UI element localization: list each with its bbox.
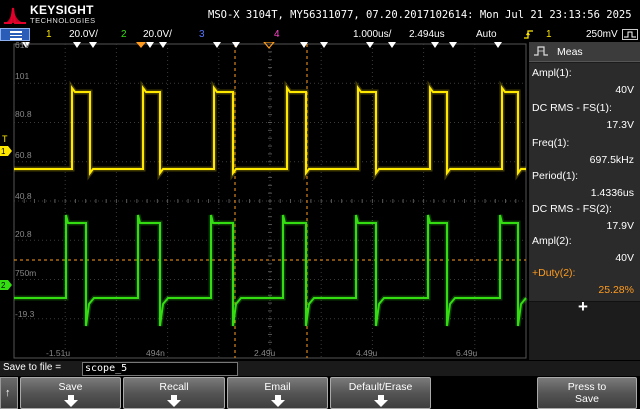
ch4-number[interactable]: 4 (274, 28, 280, 41)
y-scale-label: 80.8 (15, 109, 32, 119)
meas-value: 17.3V (606, 119, 634, 131)
meas-item-dcrms-1[interactable]: DC RMS - FS(1): 17.3V (529, 98, 640, 137)
edge-marker (159, 42, 167, 48)
trigger-level[interactable]: 250mV (586, 28, 618, 41)
x-scale-label: 4.49u (356, 348, 378, 358)
x-scale-label: 494n (146, 348, 165, 358)
save-file-label: Save to file = (3, 362, 62, 373)
delay-marker (263, 42, 275, 49)
add-icon: + (578, 297, 588, 316)
add-measurement-button[interactable]: + (529, 296, 640, 320)
channel-status-bar: 1 20.0V/ 2 20.0V/ 3 4 1.000us/ 2.494us A… (0, 28, 640, 41)
ch2-marker-label: 2 (1, 281, 6, 290)
y-scale-label: 750m (15, 268, 36, 278)
edge-marker (146, 42, 154, 48)
rising-edge-trigger-icon (524, 30, 533, 39)
softkey-label: Email (264, 381, 291, 393)
down-arrow-icon (63, 395, 78, 407)
ch2-number[interactable]: 2 (121, 28, 127, 41)
brand-subtitle: TECHNOLOGIES (30, 16, 96, 25)
softkey-bar: ↑ Save Recall Email Default/Erase Press … (0, 376, 640, 409)
device-info: MSO-X 3104T, MY56311077, 07.20.201710261… (208, 9, 632, 21)
meas-label: DC RMS - FS(2): (532, 203, 612, 215)
waveforms (14, 80, 528, 327)
top-markers (22, 42, 502, 49)
trigger-level-marker: T (2, 134, 8, 144)
ch3-number[interactable]: 3 (199, 28, 205, 41)
save-filename-field[interactable]: scope_5 (82, 362, 238, 376)
x-scale-label: 6.49u (456, 348, 478, 358)
up-arrow-icon: ↑ (5, 387, 11, 399)
meas-label: +Duty(2): (532, 267, 576, 279)
softkey-label: Default/Erase (348, 381, 413, 393)
email-softkey[interactable]: Email (227, 377, 328, 409)
trigger-status-icon (622, 29, 638, 40)
meas-icon (534, 46, 548, 56)
y-scale-label: 20.8 (15, 229, 32, 239)
time-delay[interactable]: 2.494us (409, 28, 445, 41)
trigger-position-marker (136, 42, 146, 48)
meas-value: 40V (615, 84, 634, 96)
main-menu-button[interactable] (0, 28, 30, 41)
trigger-mode[interactable]: Auto (476, 28, 497, 41)
meas-value: 1.4336us (590, 187, 634, 199)
keysight-wave-icon (4, 7, 26, 24)
x-scale-label: -1.51u (46, 348, 70, 358)
softkey-label: Press to Save (567, 381, 607, 405)
meas-panel-title: Meas (557, 46, 583, 58)
trigger-source[interactable]: 1 (546, 28, 552, 41)
edge-marker (431, 42, 439, 48)
keysight-logo: KEYSIGHT TECHNOLOGIES (4, 3, 114, 27)
meas-value: 697.5kHz (589, 154, 634, 166)
down-arrow-icon (270, 395, 285, 407)
edge-marker (213, 42, 221, 48)
y-scale-label: 61V (15, 42, 30, 50)
waveform-display[interactable]: 61V 101 80.8 60.8 40.8 20.8 750m -19.3 -1.51u 494… (0, 42, 528, 360)
edge-marker (232, 42, 240, 48)
ch1-marker-label: 1 (1, 147, 6, 156)
softkey-label: Recall (159, 381, 189, 393)
edge-marker (449, 42, 457, 48)
ch2-scale[interactable]: 20.0V/ (143, 28, 172, 41)
meas-panel-header[interactable]: Meas (529, 42, 640, 62)
header: KEYSIGHT TECHNOLOGIES MSO-X 3104T, MY563… (0, 0, 640, 28)
recall-softkey[interactable]: Recall (123, 377, 225, 409)
meas-value: 25.28% (598, 284, 634, 296)
down-arrow-icon (167, 395, 181, 407)
meas-label: Period(1): (532, 170, 579, 182)
y-scale-label: 40.8 (15, 191, 32, 201)
edge-marker (494, 42, 502, 48)
edge-marker (388, 42, 396, 48)
edge-marker (73, 42, 81, 48)
y-scale-label: 60.8 (15, 150, 32, 160)
ch1-scale[interactable]: 20.0V/ (69, 28, 98, 41)
softkey-label: Save (58, 381, 83, 393)
meas-label: Ampl(2): (532, 235, 572, 247)
side-markers: T 1 2 (0, 134, 12, 290)
x-scale-label: 2.49u (254, 348, 276, 358)
press-to-save-softkey[interactable]: Press to Save (537, 377, 637, 409)
back-button[interactable]: ↑ (0, 377, 18, 409)
brand-name: KEYSIGHT (30, 3, 94, 17)
waveform-svg[interactable]: 61V 101 80.8 60.8 40.8 20.8 750m -19.3 -1.51u 494… (0, 42, 528, 360)
y-scale-label: -19.3 (15, 309, 35, 319)
ch1-number[interactable]: 1 (46, 28, 52, 41)
save-softkey[interactable]: Save (20, 377, 121, 409)
edge-marker (89, 42, 97, 48)
default-erase-softkey[interactable]: Default/Erase (330, 377, 431, 409)
timebase-scale[interactable]: 1.000us/ (353, 28, 391, 41)
meas-label: DC RMS - FS(1): (532, 102, 612, 114)
meas-label: Ampl(1): (532, 67, 572, 79)
save-file-bar: Save to file = scope_5 (0, 361, 640, 376)
measurement-panel: Meas Ampl(1): 40V DC RMS - FS(1): 17.3V … (529, 42, 640, 360)
down-arrow-icon (373, 395, 388, 407)
meas-item-ampl-1[interactable]: Ampl(1): 40V (529, 63, 640, 102)
y-scale-label: 101 (15, 71, 29, 81)
meas-label: Freq(1): (532, 137, 570, 149)
